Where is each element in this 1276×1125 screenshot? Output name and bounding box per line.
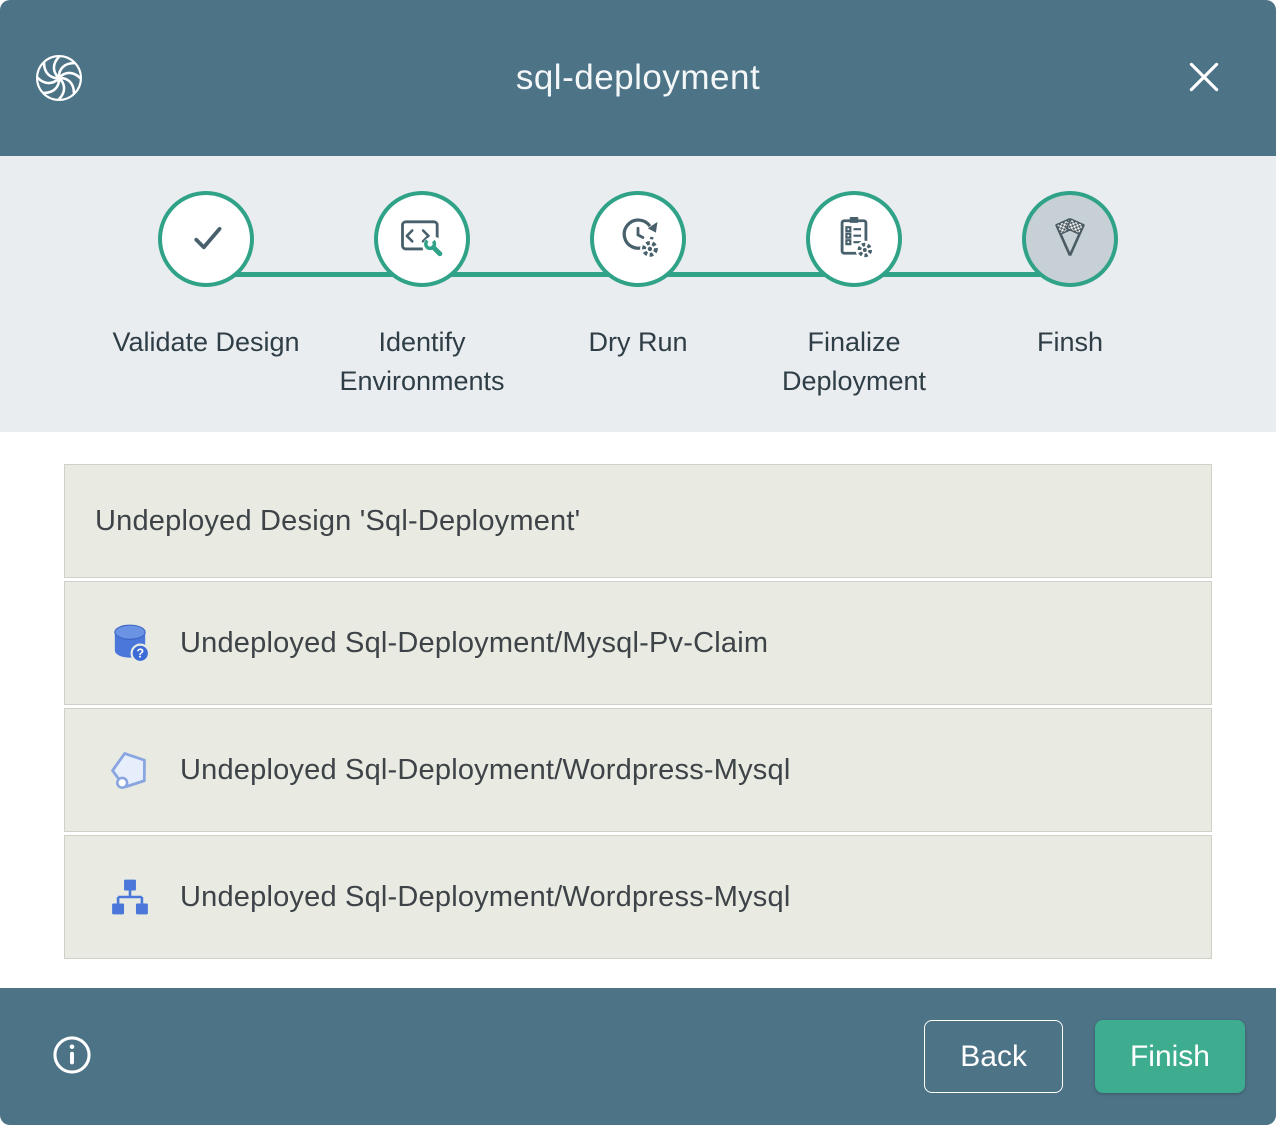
step-circle-finish[interactable] [1022, 191, 1118, 287]
close-button[interactable] [1180, 54, 1228, 102]
status-text: Undeployed Sql-Deployment/Wordpress-Mysq… [180, 881, 790, 914]
deployment-wizard-modal: sql-deployment [0, 0, 1276, 1125]
step-label: Identify Environments [317, 323, 527, 401]
status-row-design: Undeployed Design 'Sql-Deployment' [64, 464, 1212, 578]
step-circle-finalize-deployment[interactable] [806, 191, 902, 287]
status-text: Undeployed Sql-Deployment/Mysql-Pv-Claim [180, 627, 768, 660]
step-label: Finsh [1037, 323, 1103, 362]
wizard-stepper: Validate Design [0, 156, 1276, 432]
tree-hierarchy-icon [101, 868, 159, 926]
database-icon: ? [101, 614, 159, 672]
step-finalize-deployment: Finalize Deployment [746, 191, 962, 432]
check-icon [180, 211, 232, 268]
clipboard-gear-icon [828, 211, 880, 268]
status-row-wordpress-mysql-tree: Undeployed Sql-Deployment/Wordpress-Mysq… [64, 835, 1212, 959]
checkered-flags-icon [1044, 211, 1096, 268]
status-row-wordpress-mysql-config: Undeployed Sql-Deployment/Wordpress-Mysq… [64, 708, 1212, 832]
status-list: Undeployed Design 'Sql-Deployment' ? Und… [0, 432, 1276, 988]
status-row-mysql-pv-claim: ? Undeployed Sql-Deployment/Mysql-Pv-Cla… [64, 581, 1212, 705]
close-icon [1183, 56, 1225, 101]
steps-track: Validate Design [98, 191, 1178, 432]
step-label: Validate Design [112, 323, 299, 362]
finish-button[interactable]: Finish [1095, 1020, 1245, 1093]
info-icon [50, 1033, 94, 1080]
back-button[interactable]: Back [924, 1020, 1063, 1093]
code-wrench-icon [396, 211, 448, 268]
status-text: Undeployed Sql-Deployment/Wordpress-Mysq… [180, 754, 790, 787]
step-dry-run: Dry Run [530, 191, 746, 432]
step-circle-identify-environments[interactable] [374, 191, 470, 287]
status-text: Undeployed Design 'Sql-Deployment' [95, 505, 580, 538]
step-circle-validate-design[interactable] [158, 191, 254, 287]
dry-run-sync-gear-icon [612, 211, 664, 268]
footer-actions: Back Finish [924, 1020, 1245, 1093]
pentagon-tag-icon [101, 741, 159, 799]
modal-header: sql-deployment [0, 0, 1276, 156]
modal-footer: Back Finish [0, 988, 1276, 1125]
info-button[interactable] [48, 1033, 96, 1081]
step-label: Finalize Deployment [749, 323, 959, 401]
step-circle-dry-run[interactable] [590, 191, 686, 287]
modal-title: sql-deployment [0, 58, 1276, 98]
step-label: Dry Run [588, 323, 687, 362]
svg-text:?: ? [136, 647, 144, 661]
step-identify-environments: Identify Environments [314, 191, 530, 432]
step-validate-design: Validate Design [98, 191, 314, 432]
step-finish: Finsh [962, 191, 1178, 432]
